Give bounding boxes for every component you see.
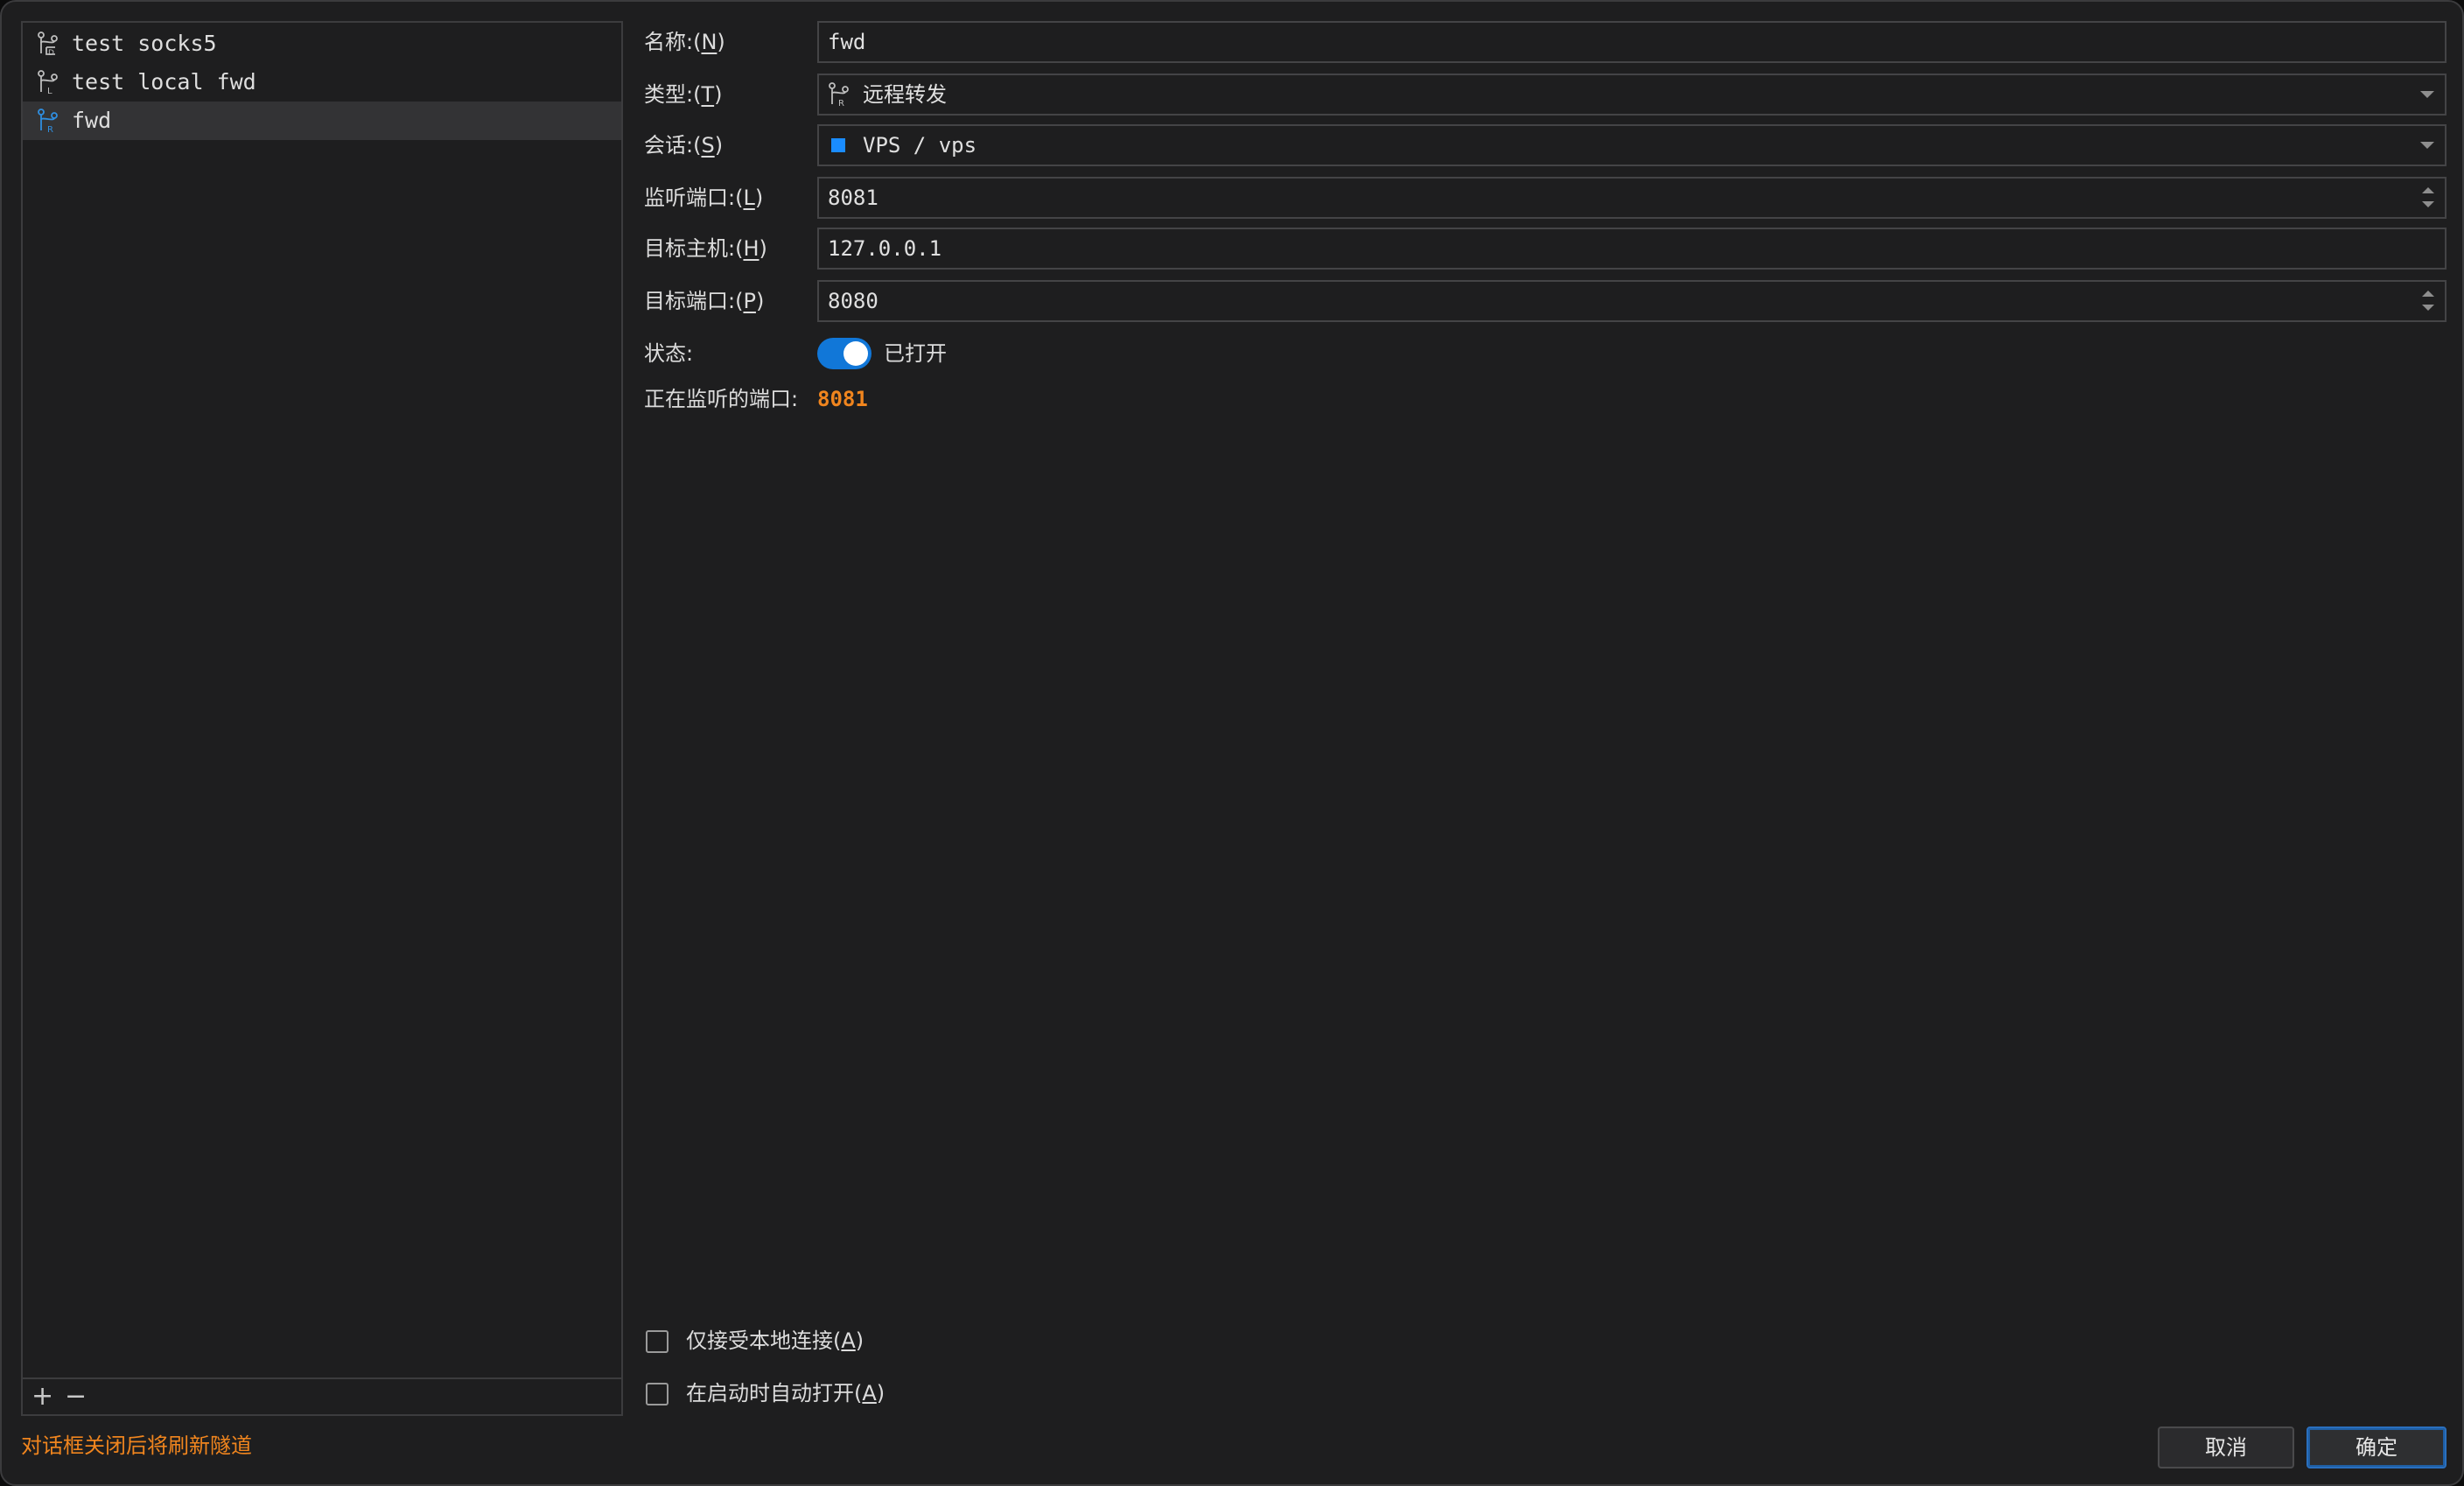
cancel-button[interactable]: 取消 (2158, 1426, 2294, 1468)
target-host-label: 目标主机:(H) (644, 236, 767, 261)
svg-text:R: R (838, 99, 844, 108)
name-label: 名称:(N) (644, 30, 725, 54)
toggle-knob (844, 341, 868, 366)
session-select-value: VPS / vps (863, 133, 977, 158)
add-tunnel-button[interactable]: + (32, 1379, 53, 1414)
listen-port-label: 监听端口:(L) (644, 186, 764, 210)
session-color-icon (831, 138, 845, 152)
svg-text:D: D (48, 49, 54, 57)
chevron-down-icon (2420, 142, 2434, 149)
tunnel-list-item-test-socks5[interactable]: D test socks5 (23, 25, 621, 63)
spin-up-icon[interactable] (2422, 187, 2434, 193)
target-port-spinner[interactable]: 8080 (817, 280, 2446, 322)
listen-port-spinner[interactable]: 8081 (817, 177, 2446, 219)
local-only-label: 仅接受本地连接(A) (686, 1328, 864, 1353)
status-toggle[interactable] (817, 338, 872, 369)
listening-port-value: 8081 (817, 387, 868, 411)
tunnel-list-item-test-local-fwd[interactable]: L test local fwd (23, 63, 621, 102)
target-host-field[interactable]: 127.0.0.1 (817, 228, 2446, 270)
svg-text:L: L (47, 87, 52, 95)
tunnel-dynamic-icon: D (38, 32, 58, 57)
tunnel-list: D test socks5 L test local fwd R fwd + − (21, 21, 623, 1416)
tunnel-remote-icon: R (38, 109, 58, 134)
name-field[interactable]: fwd (817, 21, 2446, 63)
spin-down-icon[interactable] (2422, 305, 2434, 311)
type-select-value: 远程转发 (863, 82, 947, 107)
list-toolbar: + − (23, 1377, 621, 1414)
target-port-label: 目标端口:(P) (644, 289, 765, 313)
tunnel-name: fwd (72, 108, 112, 133)
remove-tunnel-button[interactable]: − (65, 1379, 87, 1414)
auto-open-checkbox[interactable] (646, 1383, 668, 1405)
tunnel-local-icon: L (38, 70, 58, 95)
auto-open-label: 在启动时自动打开(A) (686, 1381, 886, 1405)
tunnel-name: test socks5 (72, 31, 217, 56)
type-label: 类型:(T) (644, 82, 723, 107)
svg-text:R: R (47, 125, 53, 134)
listening-port-label: 正在监听的端口: (644, 387, 799, 411)
type-select[interactable]: R 远程转发 (817, 74, 2446, 116)
listen-port-value: 8081 (828, 186, 878, 210)
refresh-notice: 对话框关闭后将刷新隧道 (21, 1433, 252, 1458)
ok-button[interactable]: 确定 (2306, 1426, 2446, 1468)
chevron-down-icon (2420, 91, 2434, 98)
tunnel-remote-icon: R (829, 82, 849, 108)
tunnel-name: test local fwd (72, 69, 256, 95)
status-value: 已打开 (884, 341, 947, 366)
spin-up-icon[interactable] (2422, 291, 2434, 297)
target-host-value: 127.0.0.1 (828, 236, 942, 261)
name-field-value: fwd (828, 30, 866, 54)
session-select[interactable]: VPS / vps (817, 124, 2446, 166)
port-forwarding-dialog: D test socks5 L test local fwd R fwd + −… (0, 0, 2464, 1486)
target-port-value: 8080 (828, 289, 878, 313)
local-only-checkbox[interactable] (646, 1330, 668, 1353)
status-label: 状态: (644, 341, 694, 366)
spin-down-icon[interactable] (2422, 201, 2434, 207)
session-label: 会话:(S) (644, 133, 724, 158)
tunnel-list-item-fwd[interactable]: R fwd (23, 102, 621, 140)
